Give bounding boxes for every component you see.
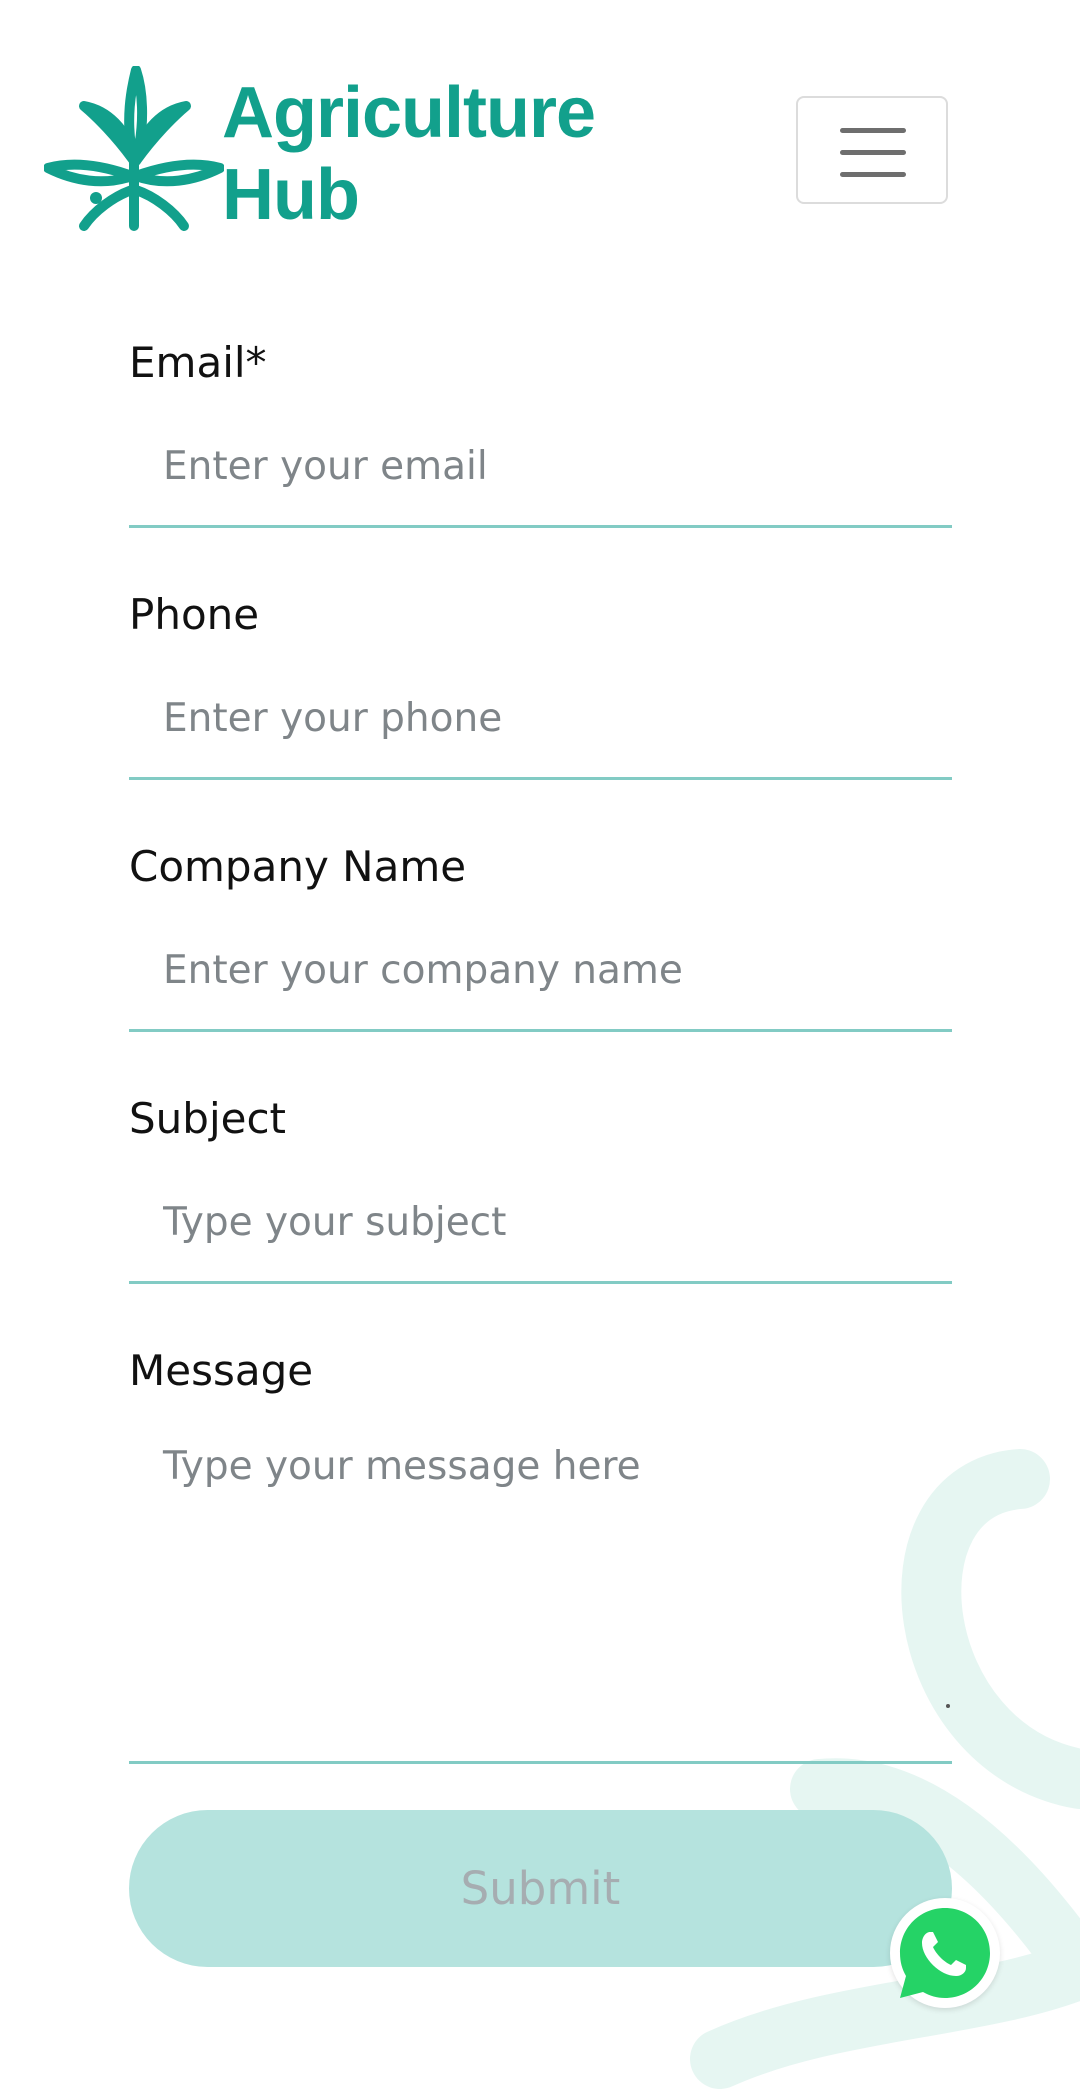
whatsapp-icon <box>900 1908 990 1998</box>
hamburger-menu-icon <box>840 172 906 177</box>
subject-field[interactable] <box>129 1164 952 1284</box>
menu-button[interactable] <box>796 96 948 204</box>
whatsapp-button[interactable] <box>890 1898 1000 2008</box>
message-field[interactable] <box>129 1416 952 1764</box>
brand-logo-text[interactable]: Agriculture Hub <box>222 72 596 236</box>
phone-label: Phone <box>129 590 260 639</box>
leaf-burst-logo-icon[interactable] <box>44 66 224 236</box>
brand-line-2: Hub <box>222 155 360 235</box>
email-field[interactable] <box>129 408 952 528</box>
subject-label: Subject <box>129 1094 287 1143</box>
resize-handle[interactable] <box>946 1704 950 1708</box>
phone-field[interactable] <box>129 660 952 780</box>
message-label: Message <box>129 1346 314 1395</box>
email-label: Email* <box>129 338 267 387</box>
hamburger-menu-icon <box>840 128 906 133</box>
brand-line-1: Agriculture <box>222 73 596 153</box>
submit-button[interactable]: Submit <box>129 1810 952 1967</box>
site-header: Agriculture Hub <box>0 0 1080 240</box>
company-name-field[interactable] <box>129 912 952 1032</box>
hamburger-menu-icon <box>840 150 906 155</box>
contact-form: Email* Phone Company Name Subject Messag… <box>129 300 952 1967</box>
company-name-label: Company Name <box>129 842 467 891</box>
